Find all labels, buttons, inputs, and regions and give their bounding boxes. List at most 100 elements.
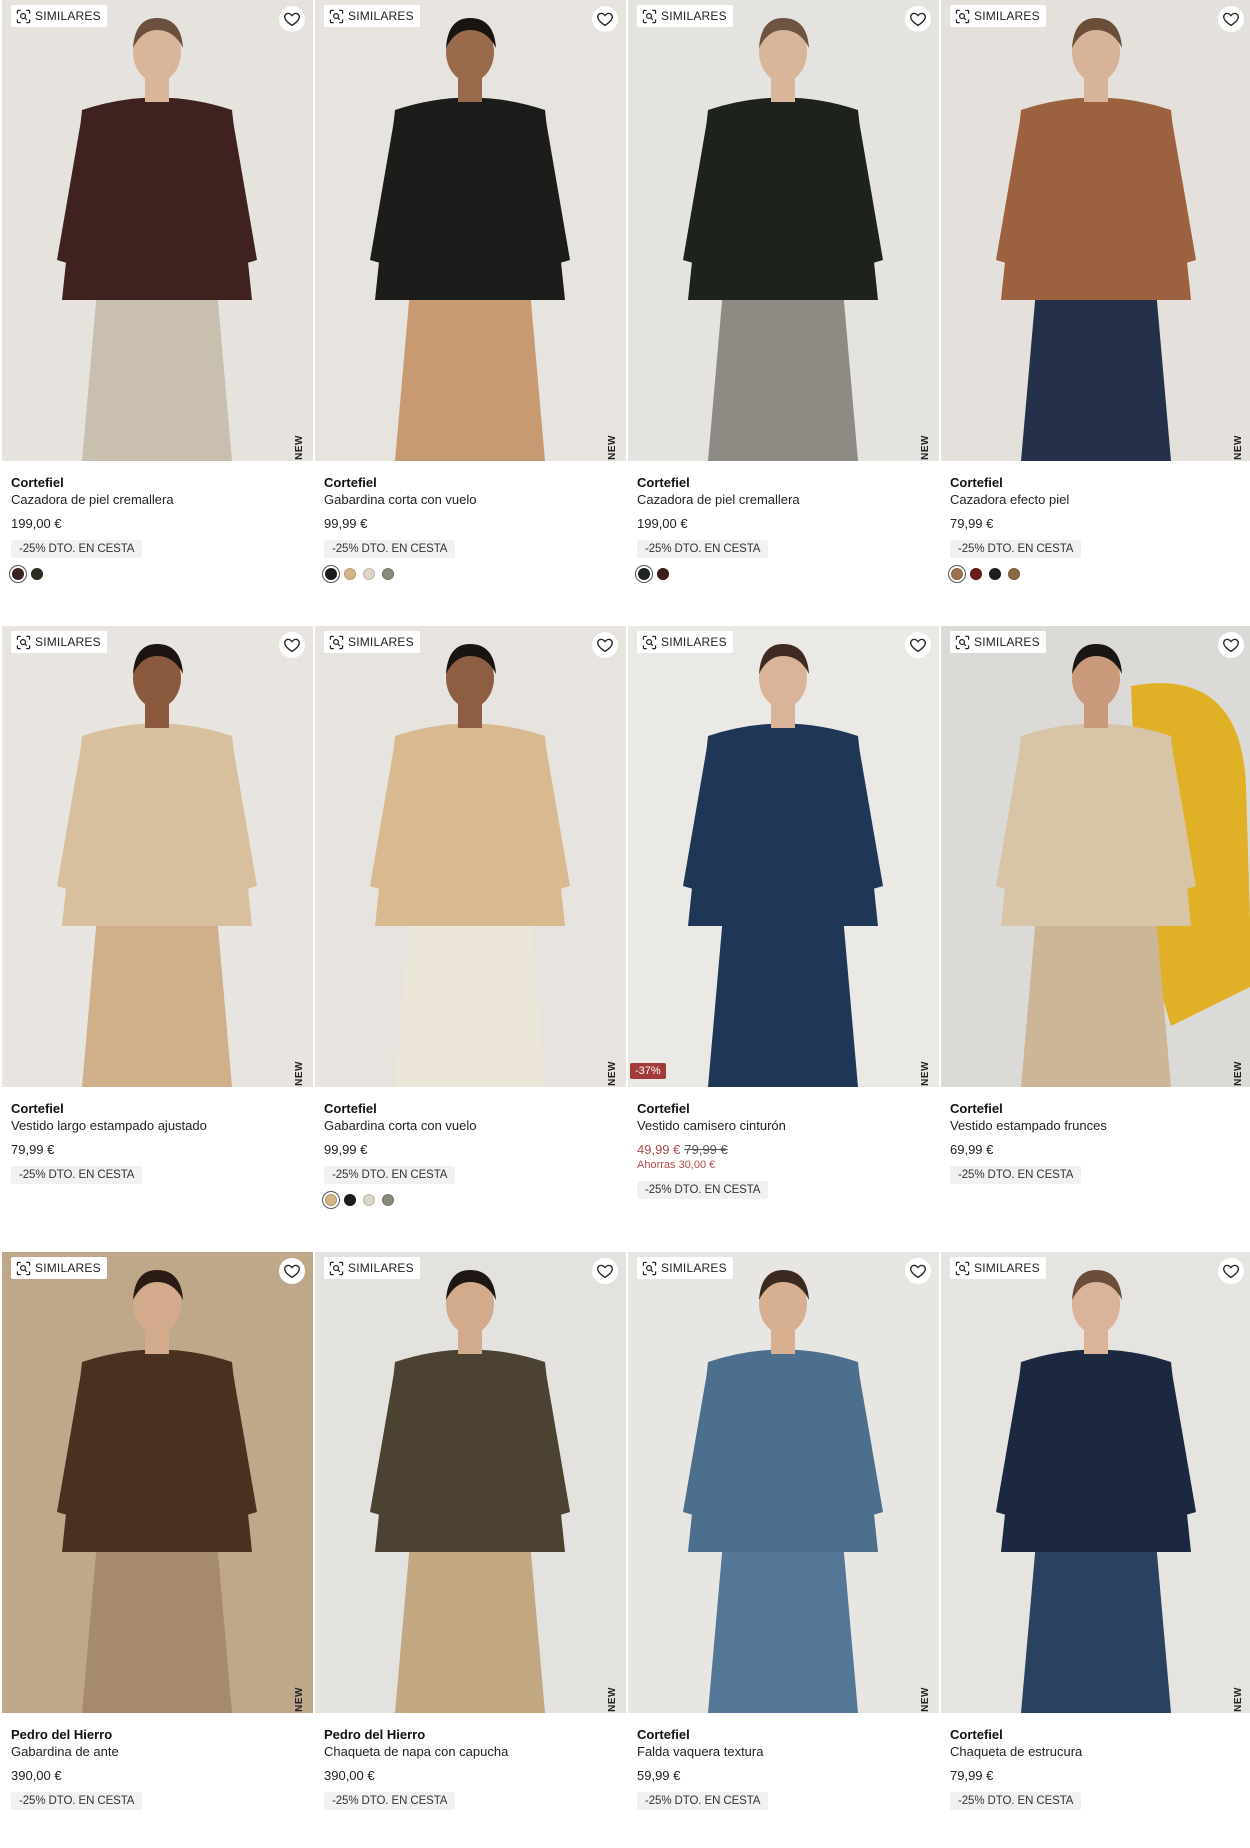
favorite-button[interactable] <box>592 6 618 32</box>
product-image[interactable]: SIMILARES NEW <box>941 1252 1250 1713</box>
color-swatch[interactable] <box>12 568 24 580</box>
price-value: 99,99 € <box>324 1142 368 1157</box>
product-card[interactable]: SIMILARES NEW Cortefiel Vestido estampado f… <box>941 626 1250 1252</box>
favorite-button[interactable] <box>905 1258 931 1284</box>
color-swatch[interactable] <box>344 1194 356 1206</box>
similares-button[interactable]: SIMILARES <box>950 631 1046 653</box>
product-image[interactable]: SIMILARES NEW <box>628 1252 939 1713</box>
product-image[interactable]: SIMILARES NEW <box>315 0 626 461</box>
product-image[interactable]: SIMILARES NEW <box>941 626 1250 1087</box>
product-card[interactable]: SIMILARES NEW Cortefiel Chaqueta de estrucu… <box>941 1252 1250 1840</box>
new-label: NEW <box>1233 1061 1244 1086</box>
color-swatch[interactable] <box>325 568 337 580</box>
product-info: Cortefiel Vestido estampado frunces 69,99 … <box>941 1087 1250 1184</box>
product-card[interactable]: SIMILARES NEW Cortefiel Falda vaquera textu… <box>628 1252 939 1840</box>
color-swatch[interactable] <box>951 568 963 580</box>
product-image[interactable]: SIMILARES NEW <box>628 0 939 461</box>
product-image[interactable]: SIMILARES NEW <box>315 626 626 1087</box>
similares-label: SIMILARES <box>348 635 414 649</box>
color-swatch[interactable] <box>344 568 356 580</box>
price-value: 199,00 € <box>637 516 688 531</box>
color-swatch[interactable] <box>31 568 43 580</box>
favorite-button[interactable] <box>1218 1258 1244 1284</box>
similares-button[interactable]: SIMILARES <box>11 631 107 653</box>
favorite-button[interactable] <box>279 6 305 32</box>
price-value: 390,00 € <box>324 1768 375 1783</box>
similares-button[interactable]: SIMILARES <box>324 5 420 27</box>
product-card[interactable]: SIMILARES NEW Cortefiel Cazadora de piel cr… <box>2 0 313 626</box>
model-figure <box>315 626 626 1087</box>
product-name[interactable]: Falda vaquera textura <box>637 1743 939 1760</box>
similares-button[interactable]: SIMILARES <box>950 5 1046 27</box>
color-swatch[interactable] <box>382 568 394 580</box>
promo-tag: -25% DTO. EN CESTA <box>637 540 769 558</box>
model-figure <box>315 0 626 461</box>
price-value: 199,00 € <box>11 516 62 531</box>
product-card[interactable]: SIMILARES NEW Cortefiel Gabardina corta con… <box>315 626 626 1252</box>
product-image[interactable]: SIMILARES NEW -37% <box>628 626 939 1087</box>
product-card[interactable]: SIMILARES NEW Cortefiel Cazadora efecto pie… <box>941 0 1250 626</box>
favorite-button[interactable] <box>279 1258 305 1284</box>
color-swatch[interactable] <box>363 1194 375 1206</box>
product-price: 99,99 € <box>324 1141 626 1158</box>
product-info: Cortefiel Vestido largo estampado ajustad… <box>2 1087 313 1184</box>
color-swatch[interactable] <box>325 1194 337 1206</box>
product-card[interactable]: SIMILARES NEW Cortefiel Cazadora de piel cr… <box>628 0 939 626</box>
product-card[interactable]: SIMILARES NEW Cortefiel Vestido largo estam… <box>2 626 313 1252</box>
product-name[interactable]: Gabardina corta con vuelo <box>324 491 626 508</box>
similares-button[interactable]: SIMILARES <box>324 1257 420 1279</box>
product-image[interactable]: SIMILARES NEW <box>2 0 313 461</box>
color-swatch[interactable] <box>382 1194 394 1206</box>
color-swatch[interactable] <box>1008 568 1020 580</box>
price-value: 79,99 € <box>950 1768 994 1783</box>
product-brand: Cortefiel <box>637 1101 690 1116</box>
sale-price: 49,99 € <box>637 1142 681 1157</box>
product-image[interactable]: SIMILARES NEW <box>941 0 1250 461</box>
favorite-button[interactable] <box>279 632 305 658</box>
color-swatch[interactable] <box>989 568 1001 580</box>
product-name[interactable]: Vestido largo estampado ajustado <box>11 1117 313 1134</box>
product-image[interactable]: SIMILARES NEW <box>2 626 313 1087</box>
similares-button[interactable]: SIMILARES <box>637 5 733 27</box>
similares-button[interactable]: SIMILARES <box>11 5 107 27</box>
favorite-button[interactable] <box>1218 6 1244 32</box>
product-image[interactable]: SIMILARES NEW <box>315 1252 626 1713</box>
similares-button[interactable]: SIMILARES <box>324 631 420 653</box>
product-name[interactable]: Chaqueta de napa con capucha <box>324 1743 626 1760</box>
visual-search-icon <box>16 1261 31 1276</box>
model-figure <box>315 1252 626 1713</box>
product-name[interactable]: Cazadora de piel cremallera <box>11 491 313 508</box>
similares-label: SIMILARES <box>35 1261 101 1275</box>
favorite-button[interactable] <box>905 632 931 658</box>
product-image[interactable]: SIMILARES NEW <box>2 1252 313 1713</box>
similares-button[interactable]: SIMILARES <box>950 1257 1046 1279</box>
color-swatch[interactable] <box>657 568 669 580</box>
product-card[interactable]: SIMILARES NEW Pedro del Hierro Gabardina de… <box>2 1252 313 1840</box>
favorite-button[interactable] <box>1218 632 1244 658</box>
favorite-button[interactable] <box>592 1258 618 1284</box>
product-name[interactable]: Cazadora efecto piel <box>950 491 1250 508</box>
color-swatch[interactable] <box>638 568 650 580</box>
color-swatch[interactable] <box>970 568 982 580</box>
heart-icon <box>909 10 927 28</box>
product-card[interactable]: SIMILARES NEW Cortefiel Gabardina corta con… <box>315 0 626 626</box>
product-name[interactable]: Gabardina de ante <box>11 1743 313 1760</box>
model-figure <box>628 626 939 1087</box>
product-name[interactable]: Cazadora de piel cremallera <box>637 491 939 508</box>
favorite-button[interactable] <box>905 6 931 32</box>
product-card[interactable]: SIMILARES NEW -37% Cortefiel Vestido camiser… <box>628 626 939 1252</box>
product-name[interactable]: Chaqueta de estrucura <box>950 1743 1250 1760</box>
product-brand: Cortefiel <box>637 1727 690 1742</box>
product-card[interactable]: SIMILARES NEW Pedro del Hierro Chaqueta de … <box>315 1252 626 1840</box>
heart-icon <box>283 10 301 28</box>
product-name[interactable]: Gabardina corta con vuelo <box>324 1117 626 1134</box>
new-label: NEW <box>920 1061 931 1086</box>
similares-button[interactable]: SIMILARES <box>637 631 733 653</box>
similares-button[interactable]: SIMILARES <box>637 1257 733 1279</box>
favorite-button[interactable] <box>592 632 618 658</box>
similares-button[interactable]: SIMILARES <box>11 1257 107 1279</box>
promo-tag: -25% DTO. EN CESTA <box>324 540 456 558</box>
product-name[interactable]: Vestido estampado frunces <box>950 1117 1250 1134</box>
product-name[interactable]: Vestido camisero cinturón <box>637 1117 939 1134</box>
color-swatch[interactable] <box>363 568 375 580</box>
